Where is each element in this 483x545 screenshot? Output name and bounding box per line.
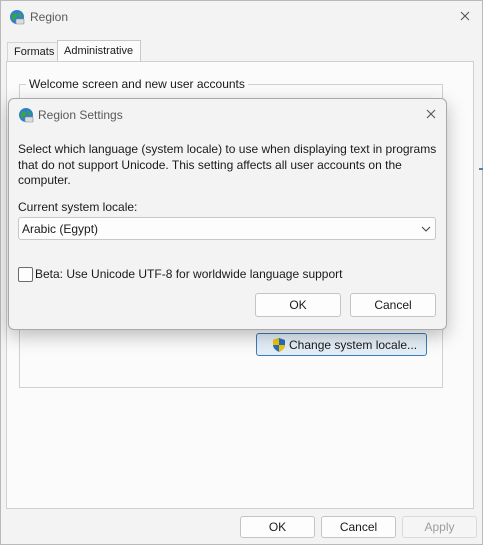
region-settings-dialog: Region Settings Select which language (s…: [8, 98, 447, 330]
cancel-button[interactable]: Cancel: [321, 516, 396, 538]
dialog-cancel-button[interactable]: Cancel: [350, 293, 436, 317]
globe-icon: [19, 108, 34, 123]
change-system-locale-label: Change system locale...: [289, 338, 418, 352]
dialog-description: Select which language (system locale) to…: [18, 142, 437, 187]
system-locale-select[interactable]: Arabic (Egypt): [18, 217, 436, 240]
dialog-ok-button[interactable]: OK: [255, 293, 341, 317]
chevron-down-icon: [421, 226, 431, 232]
group-label: Welcome screen and new user accounts: [26, 77, 248, 91]
ok-button[interactable]: OK: [240, 516, 315, 538]
tab-formats[interactable]: Formats: [7, 42, 61, 61]
system-locale-value: Arabic (Egypt): [22, 222, 99, 236]
current-locale-label: Current system locale:: [18, 200, 138, 214]
window-title: Region: [30, 10, 69, 24]
close-icon[interactable]: [418, 103, 444, 127]
apply-button[interactable]: Apply: [402, 516, 477, 538]
tab-administrative[interactable]: Administrative: [57, 40, 141, 62]
utf8-beta-checkbox[interactable]: [18, 267, 33, 282]
title-bar: Region: [1, 1, 482, 33]
globe-icon: [10, 10, 25, 25]
close-icon[interactable]: [452, 5, 478, 29]
uac-shield-icon: [273, 338, 285, 352]
dialog-title: Region Settings: [38, 108, 123, 122]
background-window-edge: [479, 168, 483, 170]
change-system-locale-button[interactable]: Change system locale...: [256, 333, 427, 356]
utf8-beta-label[interactable]: Beta: Use Unicode UTF-8 for worldwide la…: [35, 267, 343, 281]
